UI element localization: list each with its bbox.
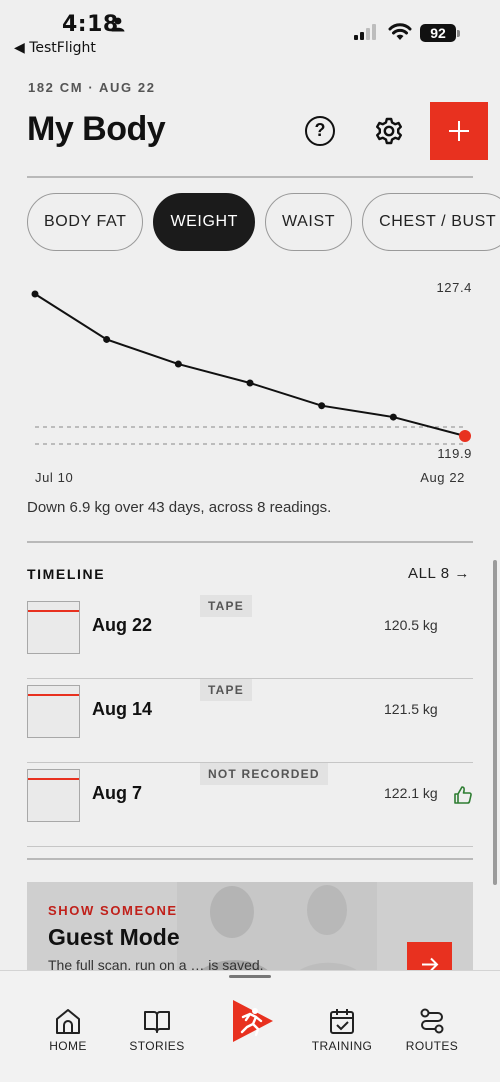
weight-summary: Down 6.9 kg over 43 days, across 8 readi… [27,499,332,516]
scan-thumbnail[interactable] [27,769,80,822]
route-icon [420,1008,444,1034]
row-weight: 120.5 kg [384,617,438,633]
timeline-title: TIMELINE [27,566,106,582]
all-readings-link[interactable]: ALL 8 → [408,565,470,582]
help-icon: ? [314,120,326,140]
row-weight: 122.1 kg [384,785,438,801]
row-tag: TAPE [200,679,252,701]
nav-training-label: TRAINING [311,1039,373,1053]
row-tag: NOT RECORDED [200,763,328,785]
nav-stories-label: STORIES [129,1039,185,1053]
x-end-label: Aug 22 [420,470,465,485]
nav-training[interactable]: TRAINING [302,1007,382,1053]
back-to-testflight[interactable]: ◀ TestFlight [14,40,96,56]
nav-home-label: HOME [49,1039,87,1053]
tab-body-fat[interactable]: BODY FAT [27,193,144,251]
latest-data-point [459,430,471,442]
metric-tabs: BODY FAT WEIGHT WAIST CHEST / BUST [27,193,500,251]
max-value-label: 127.4 [436,280,472,295]
signal-icon [354,24,376,40]
nav-routes[interactable]: ROUTES [392,1007,472,1053]
book-icon [144,1011,170,1033]
timeline-divider [27,858,473,860]
row-date: Aug 22 [92,615,153,635]
status-bar: 4:18 ◀ TestFlight 92 [0,0,500,60]
thumbs-up-icon[interactable] [453,785,473,805]
runner-icon[interactable] [229,998,275,1044]
battery-level: 92 [420,24,456,42]
row-tag: TAPE [200,595,252,617]
header-divider [27,176,473,178]
tab-waist[interactable]: WAIST [265,193,353,251]
nav-handle[interactable] [229,975,271,978]
weight-chart: 127.4 119.9 Jul 10 Aug 22 [31,280,472,485]
data-point [246,379,254,387]
bottom-nav: HOME STORIES TRAINING ROUTES [0,970,500,1082]
scrollbar[interactable] [493,560,497,885]
data-point [174,360,182,368]
battery-tip [457,30,460,37]
row-date: Aug 7 [92,783,143,803]
min-value-label: 119.9 [437,446,472,461]
calendar-icon [330,1009,354,1034]
x-start-label: Jul 10 [35,470,73,485]
scan-thumbnail[interactable] [27,601,80,654]
height-date-meta: 182 CM · AUG 22 [28,80,156,95]
data-point [103,335,111,343]
nav-routes-label: ROUTES [405,1039,459,1053]
chart-divider [27,541,473,543]
row-weight: 121.5 kg [384,701,438,717]
data-point [318,402,326,410]
nav-home[interactable]: HOME [28,1007,108,1053]
data-point [389,413,397,421]
help-button[interactable]: ? [305,116,335,146]
row-date: Aug 14 [92,699,153,719]
nav-stories[interactable]: STORIES [117,1007,197,1053]
scan-thumbnail[interactable] [27,685,80,738]
tab-chest-bust[interactable]: CHEST / BUST [362,193,500,251]
person-icon [111,17,125,32]
gear-icon[interactable] [374,116,404,146]
promo-eyebrow: SHOW SOMEONE [48,903,178,918]
timeline-row[interactable]: Aug 22 TAPE 120.5 kg [27,595,473,679]
weight-series-line [34,293,466,437]
wifi-icon [388,23,412,40]
timeline-row[interactable]: Aug 7 NOT RECORDED 122.1 kg [27,763,473,847]
page-title: My Body [27,110,166,148]
timeline-row[interactable]: Aug 14 TAPE 121.5 kg [27,679,473,763]
tab-weight[interactable]: WEIGHT [153,193,256,251]
home-icon [56,1009,80,1034]
add-button[interactable] [430,102,488,160]
promo-title: Guest Mode [48,924,180,950]
data-point [31,290,39,298]
